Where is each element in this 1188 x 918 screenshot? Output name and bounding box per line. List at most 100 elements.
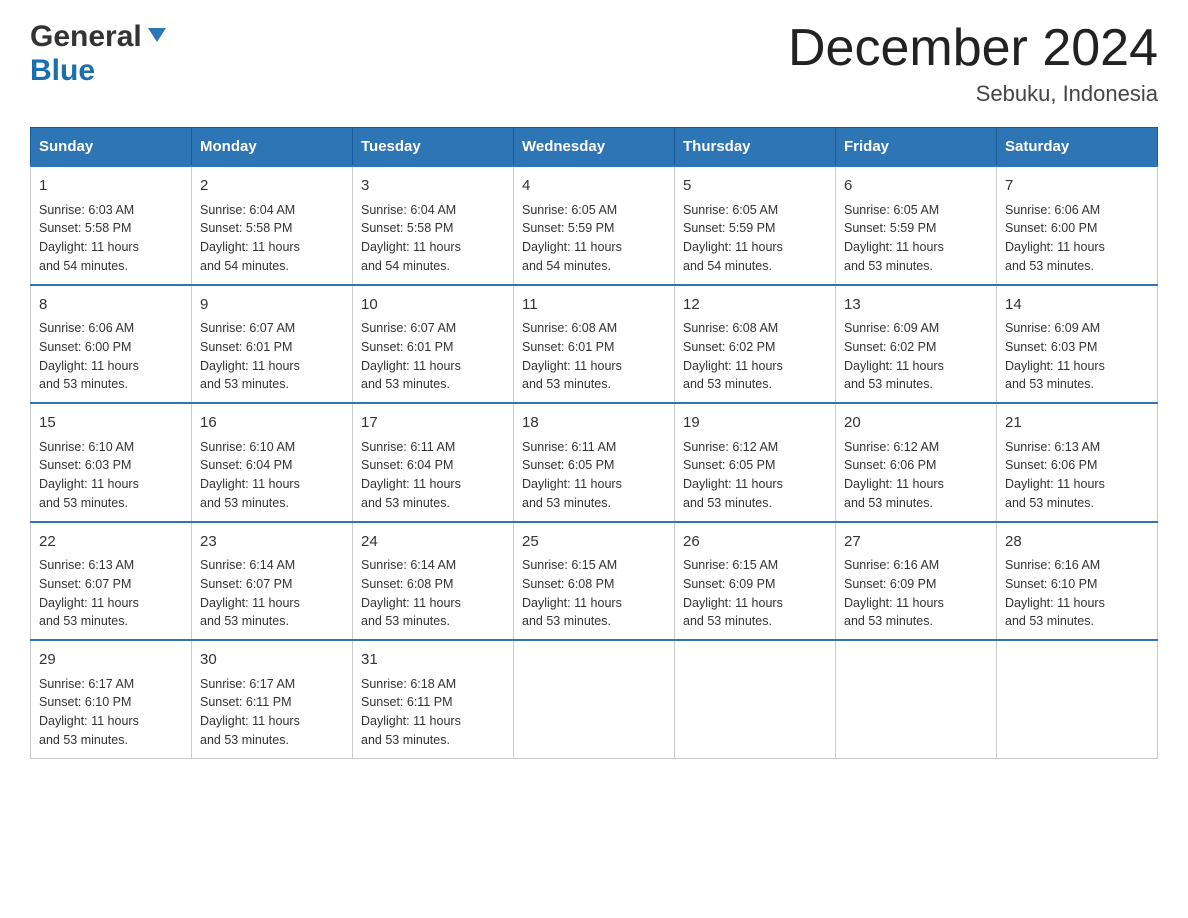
day-info: Sunrise: 6:07 AMSunset: 6:01 PMDaylight:… [200,319,344,394]
calendar-cell: 8Sunrise: 6:06 AMSunset: 6:00 PMDaylight… [31,285,192,404]
calendar-cell: 13Sunrise: 6:09 AMSunset: 6:02 PMDayligh… [836,285,997,404]
day-number: 28 [1005,531,1149,554]
calendar-cell: 9Sunrise: 6:07 AMSunset: 6:01 PMDaylight… [192,285,353,404]
day-info: Sunrise: 6:18 AMSunset: 6:11 PMDaylight:… [361,675,505,750]
day-info: Sunrise: 6:17 AMSunset: 6:10 PMDaylight:… [39,675,183,750]
calendar-week-row: 1Sunrise: 6:03 AMSunset: 5:58 PMDaylight… [31,166,1158,285]
calendar-cell: 2Sunrise: 6:04 AMSunset: 5:58 PMDaylight… [192,166,353,285]
calendar-cell [675,640,836,758]
day-info: Sunrise: 6:06 AMSunset: 6:00 PMDaylight:… [1005,201,1149,276]
logo-triangle-icon [146,24,168,51]
day-number: 18 [522,412,666,435]
calendar-table: Sunday Monday Tuesday Wednesday Thursday… [30,127,1158,759]
calendar-cell: 4 Sunrise: 6:05 AMSunset: 5:59 PMDaylight… [514,166,675,285]
day-number: 14 [1005,294,1149,317]
day-info: Sunrise: 6:13 AMSunset: 6:07 PMDaylight:… [39,556,183,631]
calendar-cell: 26Sunrise: 6:15 AMSunset: 6:09 PMDayligh… [675,522,836,641]
day-number: 20 [844,412,988,435]
logo: General Blue [30,20,168,88]
col-sunday: Sunday [31,128,192,167]
calendar-cell: 18 Sunrise: 6:11 AMSunset: 6:05 PMDayligh… [514,403,675,522]
logo-general-text: General [30,20,142,54]
calendar-cell: 22Sunrise: 6:13 AMSunset: 6:07 PMDayligh… [31,522,192,641]
day-info: Sunrise: 6:05 AMSunset: 5:59 PMDaylight:… [844,201,988,276]
day-number: 29 [39,649,183,672]
day-info: Sunrise: 6:16 AMSunset: 6:09 PMDaylight:… [844,556,988,631]
day-info: Sunrise: 6:05 AMSunset: 5:59 PMDaylight:… [522,201,666,276]
day-info: Sunrise: 6:12 AMSunset: 6:05 PMDaylight:… [683,438,827,513]
col-friday: Friday [836,128,997,167]
day-number: 2 [200,175,344,198]
day-info: Sunrise: 6:11 AMSunset: 6:04 PMDaylight:… [361,438,505,513]
day-info: Sunrise: 6:14 AMSunset: 6:07 PMDaylight:… [200,556,344,631]
calendar-cell: 28Sunrise: 6:16 AMSunset: 6:10 PMDayligh… [997,522,1158,641]
day-number: 10 [361,294,505,317]
calendar-week-row: 8Sunrise: 6:06 AMSunset: 6:00 PMDaylight… [31,285,1158,404]
day-info: Sunrise: 6:17 AMSunset: 6:11 PMDaylight:… [200,675,344,750]
calendar-cell: 3Sunrise: 6:04 AMSunset: 5:58 PMDaylight… [353,166,514,285]
day-number: 23 [200,531,344,554]
day-number: 9 [200,294,344,317]
calendar-cell: 27Sunrise: 6:16 AMSunset: 6:09 PMDayligh… [836,522,997,641]
calendar-cell: 25Sunrise: 6:15 AMSunset: 6:08 PMDayligh… [514,522,675,641]
day-number: 27 [844,531,988,554]
calendar-cell: 30Sunrise: 6:17 AMSunset: 6:11 PMDayligh… [192,640,353,758]
location-title: Sebuku, Indonesia [788,81,1158,107]
day-number: 16 [200,412,344,435]
calendar-cell: 21 Sunrise: 6:13 AMSunset: 6:06 PMDayligh… [997,403,1158,522]
day-info: Sunrise: 6:12 AMSunset: 6:06 PMDaylight:… [844,438,988,513]
day-number: 26 [683,531,827,554]
day-number: 13 [844,294,988,317]
day-number: 4 [522,175,666,198]
day-info: Sunrise: 6:09 AMSunset: 6:03 PMDaylight:… [1005,319,1149,394]
calendar-week-row: 22Sunrise: 6:13 AMSunset: 6:07 PMDayligh… [31,522,1158,641]
calendar-week-row: 29 Sunrise: 6:17 AMSunset: 6:10 PMDayligh… [31,640,1158,758]
header: General Blue December 2024 Sebuku, Indon… [30,20,1158,107]
calendar-cell: 5Sunrise: 6:05 AMSunset: 5:59 PMDaylight… [675,166,836,285]
col-wednesday: Wednesday [514,128,675,167]
day-number: 1 [39,175,183,198]
calendar-cell: 6Sunrise: 6:05 AMSunset: 5:59 PMDaylight… [836,166,997,285]
day-info: Sunrise: 6:08 AMSunset: 6:02 PMDaylight:… [683,319,827,394]
day-info: Sunrise: 6:04 AMSunset: 5:58 PMDaylight:… [361,201,505,276]
calendar-cell: 16 Sunrise: 6:10 AMSunset: 6:04 PMDayligh… [192,403,353,522]
calendar-cell: 10Sunrise: 6:07 AMSunset: 6:01 PMDayligh… [353,285,514,404]
calendar-cell [514,640,675,758]
col-saturday: Saturday [997,128,1158,167]
calendar-cell: 14Sunrise: 6:09 AMSunset: 6:03 PMDayligh… [997,285,1158,404]
day-info: Sunrise: 6:05 AMSunset: 5:59 PMDaylight:… [683,201,827,276]
day-info: Sunrise: 6:08 AMSunset: 6:01 PMDaylight:… [522,319,666,394]
day-number: 22 [39,531,183,554]
day-number: 11 [522,294,666,317]
calendar-header-row: Sunday Monday Tuesday Wednesday Thursday… [31,128,1158,167]
day-info: Sunrise: 6:11 AMSunset: 6:05 PMDaylight:… [522,438,666,513]
calendar-cell: 15Sunrise: 6:10 AMSunset: 6:03 PMDayligh… [31,403,192,522]
day-info: Sunrise: 6:15 AMSunset: 6:08 PMDaylight:… [522,556,666,631]
calendar-cell: 17Sunrise: 6:11 AMSunset: 6:04 PMDayligh… [353,403,514,522]
calendar-cell: 1Sunrise: 6:03 AMSunset: 5:58 PMDaylight… [31,166,192,285]
day-number: 31 [361,649,505,672]
calendar-cell [997,640,1158,758]
logo-blue-text: Blue [30,54,95,87]
calendar-cell: 19 Sunrise: 6:12 AMSunset: 6:05 PMDayligh… [675,403,836,522]
day-info: Sunrise: 6:13 AMSunset: 6:06 PMDaylight:… [1005,438,1149,513]
col-thursday: Thursday [675,128,836,167]
calendar-cell [836,640,997,758]
day-info: Sunrise: 6:10 AMSunset: 6:04 PMDaylight:… [200,438,344,513]
day-number: 15 [39,412,183,435]
day-number: 7 [1005,175,1149,198]
day-number: 19 [683,412,827,435]
col-monday: Monday [192,128,353,167]
day-number: 21 [1005,412,1149,435]
day-number: 8 [39,294,183,317]
day-info: Sunrise: 6:06 AMSunset: 6:00 PMDaylight:… [39,319,183,394]
day-number: 24 [361,531,505,554]
calendar-week-row: 15Sunrise: 6:10 AMSunset: 6:03 PMDayligh… [31,403,1158,522]
day-number: 25 [522,531,666,554]
calendar-cell: 23Sunrise: 6:14 AMSunset: 6:07 PMDayligh… [192,522,353,641]
day-info: Sunrise: 6:09 AMSunset: 6:02 PMDaylight:… [844,319,988,394]
calendar-cell: 31 Sunrise: 6:18 AMSunset: 6:11 PMDayligh… [353,640,514,758]
day-info: Sunrise: 6:16 AMSunset: 6:10 PMDaylight:… [1005,556,1149,631]
calendar-cell: 29 Sunrise: 6:17 AMSunset: 6:10 PMDayligh… [31,640,192,758]
day-info: Sunrise: 6:15 AMSunset: 6:09 PMDaylight:… [683,556,827,631]
